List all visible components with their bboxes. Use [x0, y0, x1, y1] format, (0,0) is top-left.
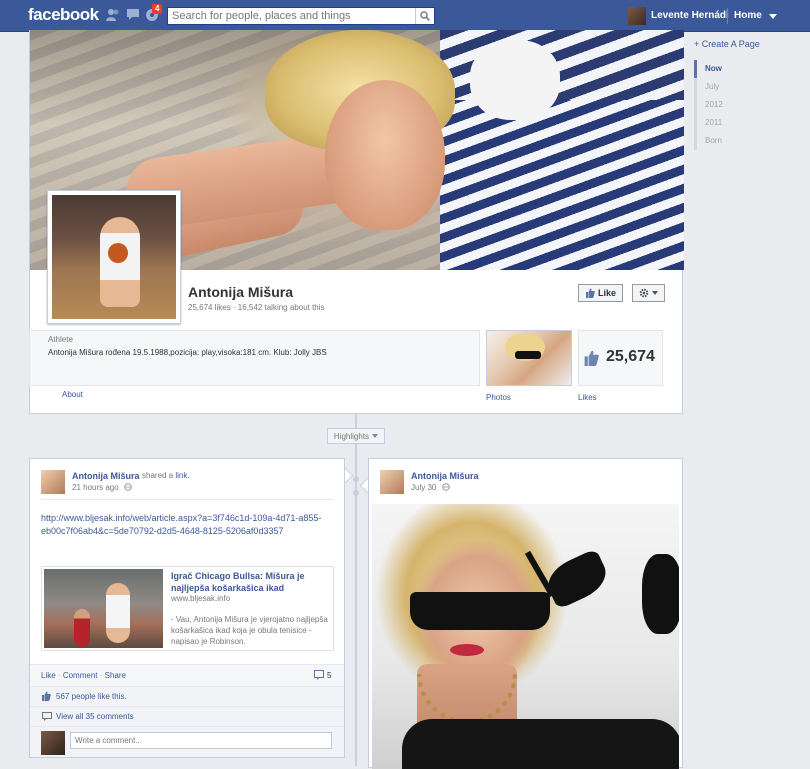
highlights-dropdown[interactable]: Highlights [327, 428, 385, 444]
link-preview-domain: www.bljesak.info [171, 594, 231, 603]
story-link-post: Antonija Mišura shared a link. 21 hours … [29, 458, 345, 758]
timeline-nav-july[interactable]: July [694, 78, 794, 96]
post-action-bar: Like · Comment · Share 5 [30, 664, 344, 686]
cover-towel [440, 100, 684, 270]
photo-detail [541, 548, 613, 610]
user-avatar[interactable] [628, 7, 646, 25]
post-photo[interactable] [372, 504, 679, 769]
friend-requests-icon[interactable] [106, 8, 120, 21]
create-page-link[interactable]: + Create A Page [694, 39, 760, 49]
post-likes-row: 567 people like this. [30, 686, 344, 706]
shared-url-link[interactable]: http://www.bljesak.info/web/article.aspx… [41, 512, 326, 538]
like-button-label: Like [597, 288, 616, 298]
about-link[interactable]: About [62, 390, 83, 399]
likes-link[interactable]: Likes [578, 393, 597, 402]
notifications-badge: 4 [152, 4, 163, 14]
likes-count: 25,674 [606, 348, 655, 365]
cover-detail [470, 40, 560, 120]
thumbs-up-icon [41, 691, 51, 704]
post-divider [41, 499, 334, 500]
page-stats: 25,674 likes · 16,542 talking about this [188, 303, 325, 312]
search-box [167, 7, 435, 25]
link-preview-image[interactable] [44, 569, 163, 648]
link-preview[interactable]: Igrač Chicago Bullsa: Mišura je najljepš… [41, 566, 334, 651]
post-author-avatar[interactable] [41, 470, 65, 494]
timeline-nav-2011[interactable]: 2011 [694, 114, 794, 132]
highlights-label: Highlights [333, 431, 370, 441]
account-menu-chevron-icon[interactable] [769, 14, 777, 19]
top-bar: facebook 4 Levente Hernádi Home [0, 0, 810, 32]
view-all-comments-link[interactable]: View all 35 comments [56, 712, 134, 721]
search-input[interactable] [168, 8, 416, 24]
page-settings-button[interactable] [632, 284, 665, 302]
like-post-link[interactable]: Like [41, 671, 56, 680]
post-actions: Like · Comment · Share [41, 671, 126, 680]
photo-detail [402, 719, 679, 769]
photos-link[interactable]: Photos [486, 393, 511, 402]
facebook-logo[interactable]: facebook [28, 5, 99, 25]
thumbs-up-icon [582, 350, 600, 369]
photo-detail [450, 644, 484, 656]
post-action: shared a [142, 471, 174, 480]
globe-icon [441, 483, 450, 491]
timeline-nav-2012[interactable]: 2012 [694, 96, 794, 114]
gear-icon [639, 288, 649, 298]
page-category: Athlete [48, 335, 73, 344]
basketball [108, 243, 128, 263]
post-timestamp[interactable]: 21 hours ago [72, 483, 119, 492]
comment-link[interactable]: Comment [63, 671, 98, 680]
post-author-name[interactable]: Antonija Mišura [72, 471, 140, 481]
post-author-name[interactable]: Antonija Mišura [411, 471, 479, 481]
search-button[interactable] [415, 8, 434, 24]
comments-icon [42, 712, 52, 724]
photo-detail [642, 554, 679, 634]
post-action-link[interactable]: link. [175, 471, 189, 480]
timeline-spine [355, 414, 357, 766]
post-action-text: shared a link. [142, 471, 190, 480]
timeline-nav-born[interactable]: Born [694, 132, 794, 150]
preview-image-detail [74, 609, 90, 647]
like-page-button[interactable]: Like [578, 284, 623, 302]
write-comment-row [30, 726, 344, 757]
view-comments-row: View all 35 comments [30, 706, 344, 726]
user-name-link[interactable]: Levente Hernádi [651, 10, 729, 21]
photo-detail [410, 592, 550, 630]
link-preview-title[interactable]: Igrač Chicago Bullsa: Mišura je najljepš… [171, 570, 331, 594]
share-link[interactable]: Share [105, 671, 126, 680]
page-name[interactable]: Antonija Mišura [188, 284, 293, 300]
search-icon [420, 11, 430, 21]
timeline-dot [353, 476, 359, 482]
page-description: Antonija Mišura rođena 19.5.1988,pozicij… [48, 348, 327, 357]
comment-count[interactable]: 5 [327, 671, 331, 680]
commenter-avatar [41, 731, 65, 755]
photos-thumbnail[interactable] [486, 330, 572, 386]
topbar-divider [727, 8, 728, 24]
post-time-row: 21 hours ago [72, 483, 132, 492]
chevron-down-icon [372, 434, 379, 438]
post-timestamp[interactable]: July 30 [411, 483, 436, 492]
profile-picture [52, 195, 176, 319]
profile-picture-frame[interactable] [47, 190, 181, 324]
write-comment-input[interactable] [70, 732, 332, 749]
about-box [29, 330, 480, 386]
messages-icon[interactable] [126, 8, 140, 21]
link-preview-description: - Vau, Antonija Mišura je vjerojatno naj… [171, 615, 328, 646]
post-likes-text[interactable]: 567 people like this. [56, 692, 127, 701]
thumbs-up-icon [585, 288, 595, 298]
story-photo-post: Antonija Mišura July 30 [368, 458, 683, 769]
timeline-dot [353, 490, 359, 496]
preview-image-detail [106, 583, 130, 643]
globe-icon [124, 483, 132, 491]
cover-detail [325, 80, 445, 230]
post-time-row: July 30 [411, 483, 450, 492]
comment-count-icon [314, 670, 324, 683]
home-link[interactable]: Home [734, 10, 762, 21]
photo-thumb-detail [515, 351, 541, 359]
timeline-nav-now[interactable]: Now [694, 60, 794, 78]
chevron-down-icon [652, 291, 658, 295]
post-author-avatar[interactable] [380, 470, 404, 494]
